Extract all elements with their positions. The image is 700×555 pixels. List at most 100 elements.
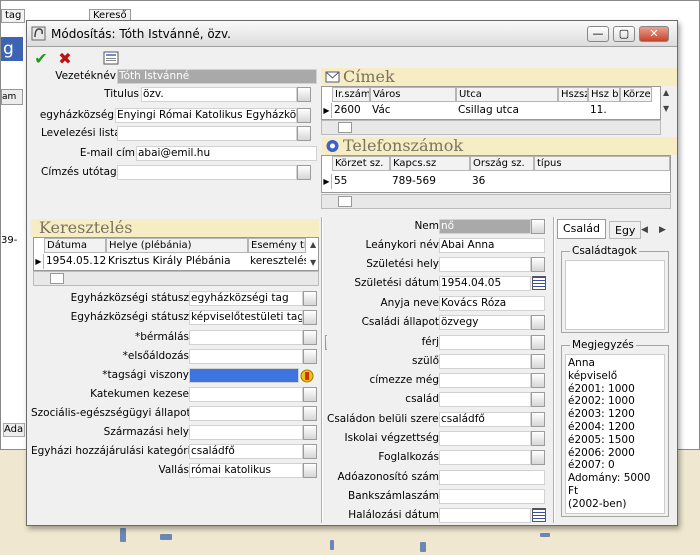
- family-role-field[interactable]: családfő: [439, 412, 531, 427]
- church-status-field[interactable]: egyházközségi tag: [189, 291, 303, 306]
- occupation-field[interactable]: [439, 450, 531, 465]
- title-field[interactable]: özv.: [141, 87, 297, 102]
- dropdown-button[interactable]: [303, 444, 317, 459]
- tab-family[interactable]: Család: [557, 219, 606, 239]
- minimize-button[interactable]: —: [587, 26, 609, 42]
- column-header[interactable]: Kapcs.sz: [390, 156, 470, 171]
- table-cell[interactable]: Krisztus Király Plébánia: [106, 254, 248, 269]
- dropdown-button[interactable]: [303, 291, 317, 306]
- print-icon[interactable]: [101, 50, 121, 68]
- column-header[interactable]: Ir.szám: [332, 87, 370, 102]
- dropdown-button[interactable]: [531, 392, 545, 407]
- table-cell[interactable]: Csillag utca: [456, 103, 558, 118]
- save-button[interactable]: ✔: [31, 50, 51, 68]
- scroll-up-icon[interactable]: ▲: [663, 88, 669, 97]
- background-tab[interactable]: tag: [1, 9, 26, 23]
- calendar-icon[interactable]: [532, 508, 546, 522]
- table-cell[interactable]: 11.: [588, 103, 620, 118]
- dropdown-button[interactable]: [531, 373, 545, 388]
- table-cell[interactable]: 2600: [332, 103, 370, 118]
- dropdown-button[interactable]: [297, 165, 311, 180]
- splitter[interactable]: [553, 217, 555, 523]
- education-field[interactable]: [439, 431, 531, 446]
- column-header[interactable]: Utca: [456, 87, 558, 102]
- membership-field[interactable]: [189, 368, 299, 383]
- column-header[interactable]: Város: [370, 87, 456, 102]
- scroll-up-icon[interactable]: ▲: [310, 240, 316, 249]
- column-header[interactable]: Helye (plébánia): [106, 238, 248, 253]
- dropdown-button[interactable]: [303, 463, 317, 478]
- calendar-icon[interactable]: [532, 276, 546, 290]
- column-header[interactable]: Esemény típ: [248, 238, 306, 253]
- church-status-field-2[interactable]: képviselőtestületi tag: [189, 310, 303, 325]
- mailing-list-field[interactable]: [117, 126, 297, 141]
- splitter[interactable]: [321, 217, 323, 523]
- dropdown-button[interactable]: [531, 335, 545, 350]
- cancel-button[interactable]: ✖: [55, 50, 75, 68]
- parent-field[interactable]: [439, 354, 531, 369]
- marital-status-field[interactable]: özvegy: [439, 315, 531, 330]
- table-cell[interactable]: keresztelés: [248, 254, 306, 269]
- family-members-list[interactable]: [565, 260, 665, 330]
- background-button[interactable]: Ada: [3, 423, 25, 437]
- address-suffix-field[interactable]: [117, 165, 297, 180]
- table-cell[interactable]: Vác: [370, 103, 456, 118]
- dropdown-button[interactable]: [531, 257, 545, 272]
- origin-field[interactable]: [189, 425, 303, 440]
- family-field[interactable]: [439, 392, 531, 407]
- column-header[interactable]: Körzet: [620, 87, 652, 102]
- table-cell[interactable]: [534, 174, 670, 189]
- column-header[interactable]: Hsz b: [588, 87, 620, 102]
- close-button[interactable]: ✕: [639, 26, 669, 42]
- scroll-down-icon[interactable]: ▼: [663, 104, 669, 113]
- religion-field[interactable]: római katolikus: [189, 463, 303, 478]
- dropdown-button[interactable]: [303, 349, 317, 364]
- note-textarea[interactable]: Anna képviselő é2001: 1000 é2002: 1000 é…: [565, 354, 665, 514]
- confirmation-field[interactable]: [189, 330, 303, 345]
- scroll-down-icon[interactable]: ▼: [310, 258, 316, 267]
- tab-left-icon[interactable]: ◀: [641, 225, 648, 235]
- email-field[interactable]: abai@emil.hu: [136, 146, 317, 161]
- husband-field[interactable]: [439, 335, 531, 350]
- tab-right-icon[interactable]: ▶: [659, 225, 666, 235]
- dropdown-button[interactable]: [297, 87, 311, 102]
- bank-account-field[interactable]: [439, 489, 545, 504]
- table-cell[interactable]: 1954.05.12: [44, 254, 106, 269]
- death-date-field[interactable]: [439, 508, 531, 523]
- column-header[interactable]: Hszsz: [558, 87, 588, 102]
- title-bar[interactable]: Módosítás: Tóth Istvánné, özv. — ▢ ✕: [27, 21, 677, 47]
- dropdown-button[interactable]: [303, 425, 317, 440]
- dropdown-button[interactable]: [531, 431, 545, 446]
- dropdown-button[interactable]: [303, 406, 317, 421]
- maximize-button[interactable]: ▢: [613, 26, 635, 42]
- column-header[interactable]: típus: [534, 156, 670, 171]
- dropdown-button[interactable]: [297, 126, 311, 141]
- catechumen-sponsor-field[interactable]: [189, 387, 303, 402]
- table-cell[interactable]: [558, 103, 588, 118]
- dropdown-button[interactable]: [297, 108, 311, 123]
- dropdown-button[interactable]: [531, 354, 545, 369]
- tax-id-field[interactable]: [439, 470, 545, 485]
- maiden-name-field[interactable]: Abai Anna: [439, 238, 545, 253]
- column-header[interactable]: Körzet sz.: [332, 156, 390, 171]
- table-cell[interactable]: 55: [332, 174, 390, 189]
- column-header[interactable]: Dátuma: [44, 238, 106, 253]
- dropdown-button[interactable]: [303, 387, 317, 402]
- dropdown-button[interactable]: [531, 450, 545, 465]
- dropdown-button[interactable]: [531, 219, 545, 234]
- dropdown-button[interactable]: [531, 412, 545, 427]
- horizontal-scrollbar[interactable]: [321, 120, 661, 135]
- table-cell[interactable]: 789-569: [390, 174, 470, 189]
- mother-name-field[interactable]: Kovács Róza: [439, 296, 545, 311]
- last-name-field[interactable]: Tóth Istvánné: [117, 69, 317, 84]
- lookup-icon[interactable]: [299, 368, 315, 384]
- contribution-category-field[interactable]: családfő: [189, 444, 303, 459]
- tab-church[interactable]: Egy: [609, 221, 642, 239]
- column-header[interactable]: Ország sz.: [470, 156, 534, 171]
- birth-place-field[interactable]: [439, 257, 531, 272]
- first-communion-field[interactable]: [189, 349, 303, 364]
- table-cell[interactable]: 36: [470, 174, 534, 189]
- dropdown-button[interactable]: [531, 315, 545, 330]
- also-address-field[interactable]: [439, 373, 531, 388]
- dropdown-button[interactable]: [303, 330, 317, 345]
